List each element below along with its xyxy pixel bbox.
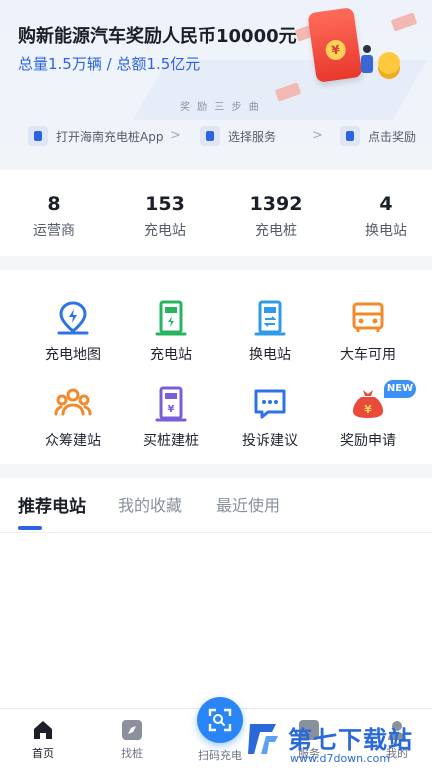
watermark-logo-icon — [246, 720, 282, 758]
person-illustration — [360, 45, 374, 75]
watermark-text: 第七下载站 — [288, 726, 413, 754]
nav-home[interactable]: 首页 — [8, 719, 78, 761]
station-tabs: 推荐电站 我的收藏 最近使用 — [0, 478, 432, 533]
flow-step-open-app: 打开海南充电桩App — [28, 122, 163, 150]
stat-value: 153 — [145, 193, 185, 215]
tab-recommended-stations[interactable]: 推荐电站 — [18, 492, 86, 517]
grid-item-label: 奖励申请 — [340, 433, 396, 449]
coins-illustration — [378, 52, 400, 74]
home-icon — [32, 719, 54, 741]
arrow-right-icon: > — [170, 128, 181, 143]
stats-panel: 8 运营商 153 充电站 1392 充电桩 4 换电站 — [0, 170, 432, 256]
compass-icon — [121, 719, 143, 741]
flow-step-label: 选择服务 — [228, 129, 277, 144]
banner-title: 购新能源汽车奖励人民币10000元 — [18, 26, 297, 47]
svg-text:¥: ¥ — [168, 404, 175, 415]
stat-swap-stations[interactable]: 4 换电站 — [332, 192, 432, 240]
charging-pile-icon — [151, 298, 191, 338]
stat-value: 4 — [379, 193, 393, 215]
nav-find-pile[interactable]: 找桩 — [97, 719, 167, 761]
map-pin-icon — [53, 298, 93, 338]
red-envelope-illustration: ¥ — [307, 7, 363, 83]
grid-item-swap-station[interactable]: 换电站 — [216, 280, 324, 366]
truck-icon — [348, 298, 388, 338]
scan-button[interactable] — [197, 697, 243, 743]
coin-icon: ¥ — [324, 38, 347, 62]
grid-item-label: 投诉建议 — [242, 433, 298, 449]
grid-item-label: 大车可用 — [340, 347, 396, 363]
crowdfund-icon — [53, 384, 93, 424]
stat-value: 1392 — [249, 193, 303, 215]
flow-step-click-reward: 点击奖励 — [340, 122, 416, 150]
grid-item-label: 买桩建桩 — [143, 433, 199, 449]
stat-label: 运营商 — [33, 223, 75, 239]
grid-item-charging-map[interactable]: 充电地图 — [19, 280, 127, 366]
stat-operators[interactable]: 8 运营商 — [0, 192, 108, 240]
active-tab-indicator — [18, 526, 42, 530]
stat-label: 换电站 — [365, 223, 407, 239]
buy-pile-icon: ¥ — [151, 384, 191, 424]
watermark-url: www.d7down.com — [290, 752, 391, 765]
chat-icon — [250, 384, 290, 424]
steps-tag: 奖 励 三 步 曲 — [180, 102, 261, 113]
service-icon — [200, 126, 220, 146]
stat-value: 8 — [47, 193, 61, 215]
flow-step-label: 打开海南充电桩App — [56, 129, 164, 144]
stat-stations[interactable]: 153 充电站 — [111, 192, 219, 240]
grid-item-complaint[interactable]: 投诉建议 — [216, 366, 324, 452]
grid-item-buy-pile[interactable]: ¥ 买桩建桩 — [117, 366, 225, 452]
scan-icon — [208, 708, 232, 732]
grid-item-reward-apply[interactable]: ¥ 奖励申请 — [314, 366, 422, 452]
promo-banner[interactable]: 购新能源汽车奖励人民币10000元 总量1.5万辆 / 总额1.5亿元 ¥ 奖 … — [0, 0, 432, 168]
tab-recently-used[interactable]: 最近使用 — [216, 492, 280, 516]
nav-label: 首页 — [32, 747, 54, 760]
banner-subtitle: 总量1.5万辆 / 总额1.5亿元 — [18, 55, 201, 73]
grid-item-label: 换电站 — [249, 347, 291, 363]
reward-flow: 打开海南充电桩App > 选择服务 > 点击奖励 — [0, 122, 432, 150]
function-grid: 充电地图 充电站 换电站 大车可用 众筹建站 ¥ 买桩建桩 投诉建议 ¥ 奖励申… — [0, 270, 432, 464]
reward-bag-icon — [340, 126, 360, 146]
flow-step-label: 点击奖励 — [368, 129, 417, 144]
flow-step-select-service: 选择服务 — [200, 122, 276, 150]
stat-piles[interactable]: 1392 充电桩 — [222, 192, 330, 240]
grid-item-charging-station[interactable]: 充电站 — [117, 280, 225, 366]
nav-label: 找桩 — [121, 747, 143, 760]
grid-item-large-vehicle[interactable]: 大车可用 — [314, 280, 422, 366]
grid-item-label: 充电地图 — [45, 347, 101, 363]
phone-icon — [28, 126, 48, 146]
grid-item-label: 众筹建站 — [45, 433, 101, 449]
stat-label: 充电站 — [144, 223, 186, 239]
tab-my-favorites[interactable]: 我的收藏 — [118, 492, 182, 516]
grid-item-label: 充电站 — [150, 347, 192, 363]
station-list — [0, 533, 432, 708]
arrow-right-icon: > — [312, 128, 323, 143]
grid-item-crowdfund[interactable]: 众筹建站 — [19, 366, 127, 452]
money-bag-icon: ¥ — [348, 384, 388, 424]
stat-label: 充电桩 — [255, 223, 297, 239]
svg-text:¥: ¥ — [364, 403, 372, 416]
site-watermark: 第七下载站 www.d7down.com — [244, 716, 432, 768]
ticket-decoration — [390, 12, 418, 32]
battery-swap-icon — [250, 298, 290, 338]
new-badge: NEW — [384, 380, 416, 398]
